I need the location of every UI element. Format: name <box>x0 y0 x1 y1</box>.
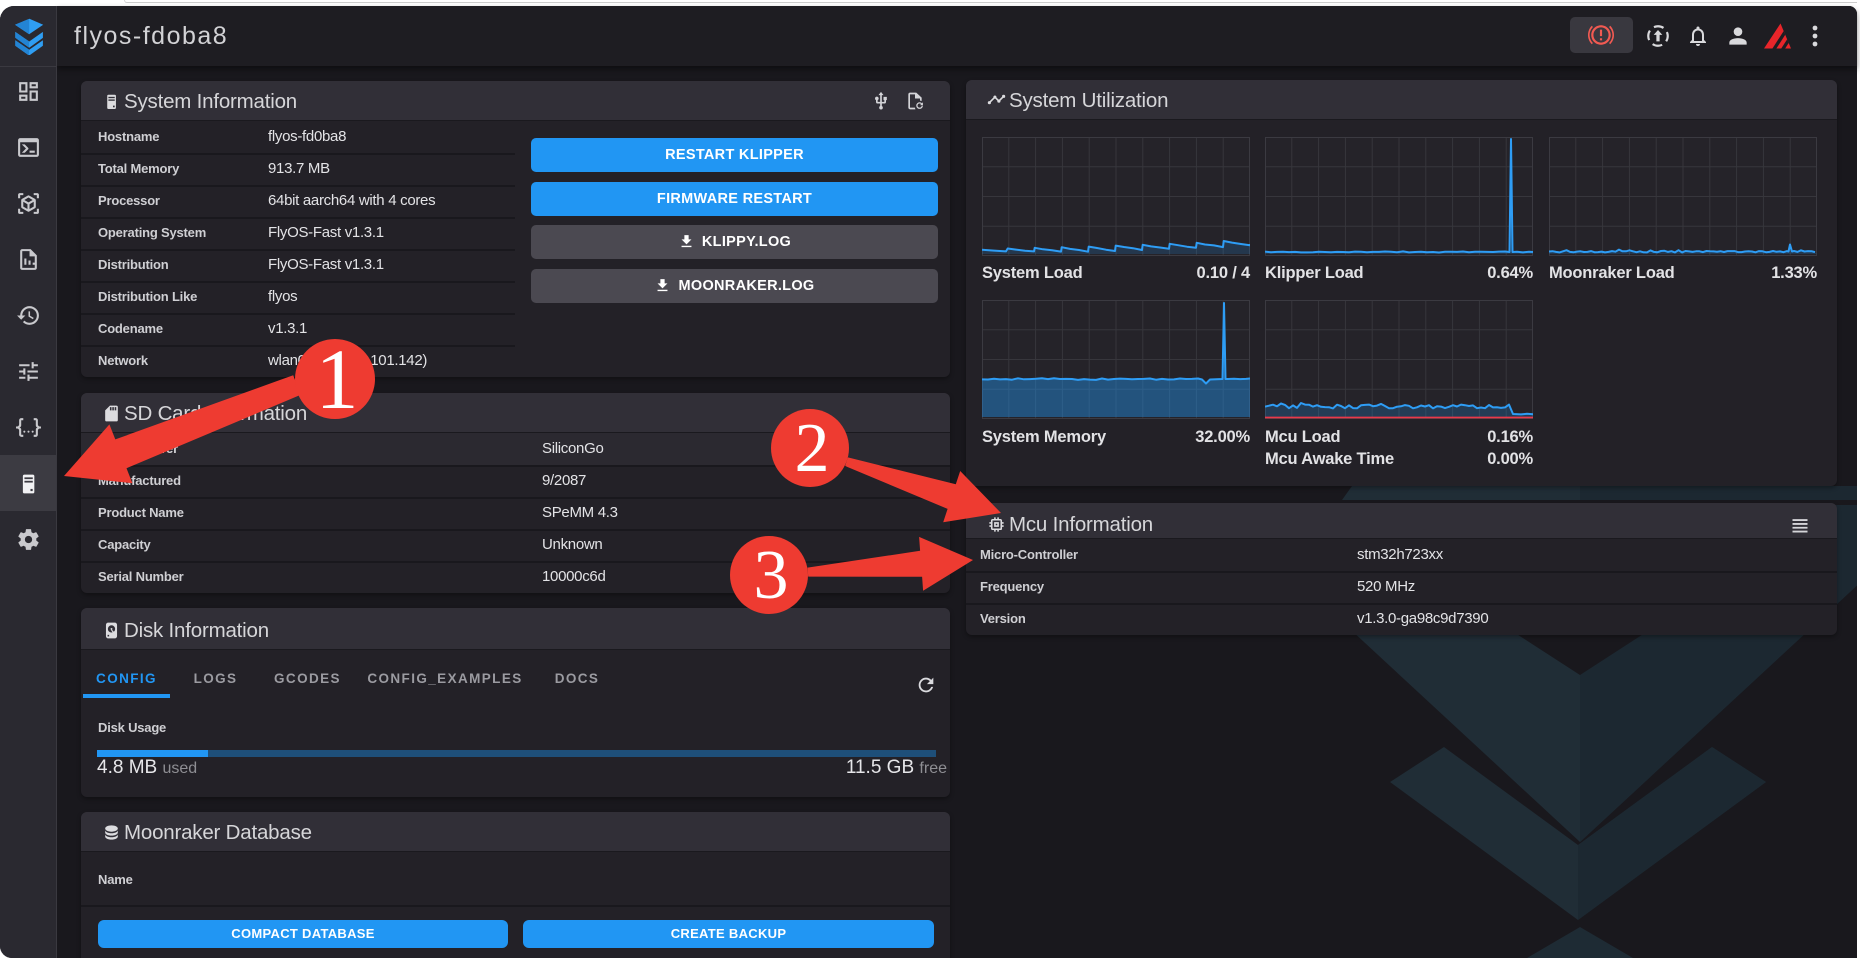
svg-text:3: 3 <box>754 537 789 614</box>
svg-text:1: 1 <box>316 331 359 427</box>
svg-text:2: 2 <box>795 410 830 487</box>
